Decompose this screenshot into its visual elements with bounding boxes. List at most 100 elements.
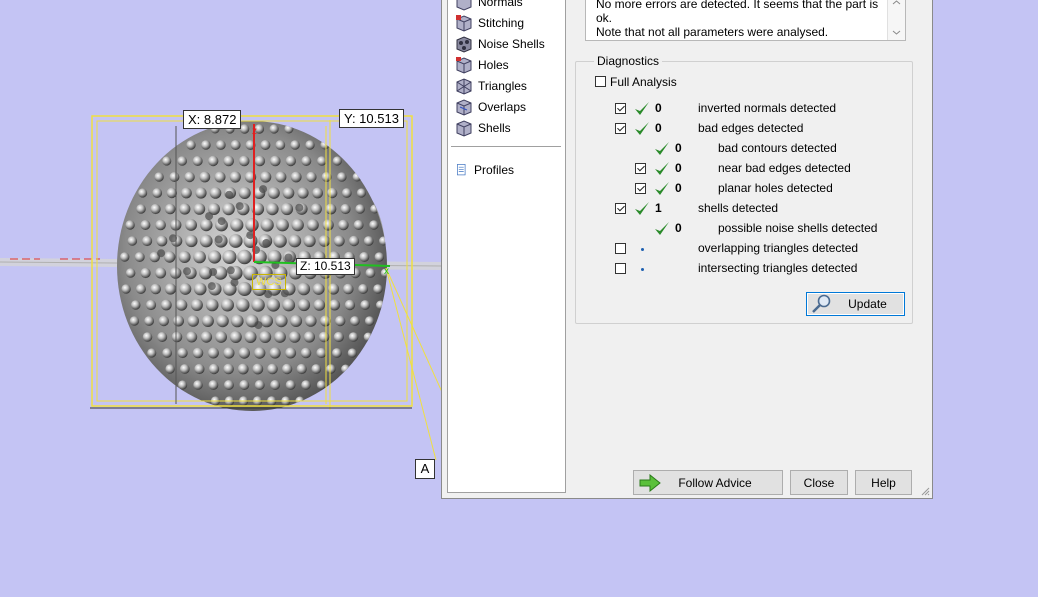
surface-bead <box>296 363 307 375</box>
surface-bead <box>269 347 281 359</box>
surface-bead <box>165 364 175 374</box>
surface-bead <box>156 235 168 247</box>
surface-hole <box>157 249 166 258</box>
tree-item-triangles[interactable]: Triangles <box>454 76 527 96</box>
surface-bead <box>199 171 211 183</box>
surface-bead <box>129 316 140 326</box>
surface-bead <box>350 316 360 326</box>
surface-bead <box>326 364 336 374</box>
follow-advice-button[interactable]: Follow Advice <box>633 470 783 495</box>
analysis-result-text: No more errors are detected. It seems th… <box>585 0 906 41</box>
surface-bead <box>223 380 234 390</box>
surface-bead <box>244 331 257 343</box>
surface-bead <box>311 364 322 374</box>
surface-bead <box>140 220 151 230</box>
tree-item-overlaps[interactable]: Overlaps <box>454 97 526 117</box>
surface-bead <box>194 363 205 375</box>
diagnostic-checkbox[interactable] <box>635 163 646 174</box>
diagnostic-label: near bad edges detected <box>718 161 851 175</box>
surface-bead <box>238 155 250 167</box>
profiles-icon <box>457 164 466 176</box>
diagnostic-label: bad edges detected <box>698 121 804 135</box>
close-button[interactable]: Close <box>790 470 848 495</box>
holes-icon <box>456 57 472 74</box>
diagnostic-count: 1 <box>655 201 662 215</box>
surface-bead <box>208 155 219 167</box>
full-analysis-checkbox[interactable] <box>595 76 606 87</box>
surface-bead <box>236 298 250 312</box>
tree-item-label: Shells <box>478 121 511 135</box>
check-icon <box>635 102 649 115</box>
diagnostic-checkbox[interactable] <box>615 103 626 114</box>
surface-bead <box>178 251 191 263</box>
surface-hole <box>280 289 289 298</box>
triangles-icon <box>456 78 472 95</box>
surface-hole <box>230 278 239 287</box>
surface-bead <box>269 124 279 134</box>
surface-bead <box>164 251 176 263</box>
surface-bead <box>162 156 172 166</box>
result-line-2: Note that not all parameters were analys… <box>596 25 829 39</box>
surface-bead <box>348 235 360 247</box>
surface-bead <box>187 315 199 327</box>
surface-hole <box>209 268 218 276</box>
diagnostic-count: 0 <box>675 141 682 155</box>
surface-bead <box>179 364 190 374</box>
reference-marker[interactable]: A <box>415 459 435 479</box>
diagnostic-checkbox[interactable] <box>615 263 626 274</box>
surface-bead <box>135 284 146 294</box>
scroll-arrows-icon <box>892 0 901 35</box>
surface-bead <box>281 363 293 375</box>
tree-item-normals[interactable]: Normals <box>454 0 523 12</box>
surface-bead <box>364 316 375 326</box>
update-button[interactable]: Update <box>806 292 905 316</box>
green-arrow-icon <box>639 474 661 492</box>
tree-item-noise-shells[interactable]: Noise Shells <box>454 34 545 54</box>
surface-bead <box>254 380 265 390</box>
3d-viewport[interactable]: z x X: 8.872 Y: 10.513 Z: 10.513 WCS A <box>0 0 442 597</box>
surface-bead <box>140 267 151 279</box>
surface-bead <box>238 187 251 199</box>
diagnostic-checkbox[interactable] <box>615 203 626 214</box>
surface-bead <box>201 140 211 150</box>
diagnostic-checkbox[interactable] <box>635 183 646 194</box>
help-button[interactable]: Help <box>855 470 912 495</box>
diagnostic-label: bad contours detected <box>718 141 837 155</box>
surface-bead <box>175 299 188 311</box>
surface-bead <box>134 252 145 262</box>
surface-hole <box>205 212 214 221</box>
z-dimension-label: Z: 10.513 <box>296 258 355 275</box>
diagnostic-checkbox[interactable] <box>615 123 626 134</box>
resize-grip-icon[interactable] <box>920 486 930 496</box>
surface-bead <box>150 203 161 215</box>
tree-item-profiles[interactable]: Profiles <box>456 160 514 180</box>
surface-bead <box>312 187 323 199</box>
check-icon <box>655 142 669 155</box>
surface-bead <box>260 171 272 183</box>
surface-bead <box>169 172 180 182</box>
surface-bead <box>142 235 153 247</box>
check-icon <box>655 222 669 235</box>
svg-text:x: x <box>384 266 389 277</box>
surface-bead <box>155 219 166 231</box>
result-scrollbar[interactable] <box>887 0 905 40</box>
tree-item-shells[interactable]: Shells <box>454 118 511 138</box>
surface-bead <box>138 188 148 198</box>
follow-advice-label: Follow Advice <box>678 475 752 490</box>
surface-bead <box>150 283 161 295</box>
not-analysed-icon <box>641 248 644 251</box>
fix-wizard-dialog: Normals Stitching Noise Shells Holes Tri… <box>441 0 933 499</box>
surface-bead <box>303 331 315 343</box>
surface-bead <box>185 219 198 231</box>
surface-bead <box>237 363 249 375</box>
part-render: z x <box>0 115 442 461</box>
tree-item-label: Stitching <box>478 16 525 30</box>
diagnostic-checkbox[interactable] <box>615 243 626 254</box>
surface-bead <box>181 187 192 199</box>
surface-bead <box>192 156 203 166</box>
surface-bead <box>157 332 168 342</box>
surface-hole <box>226 266 235 275</box>
tree-item-stitching[interactable]: Stitching <box>454 13 524 33</box>
tree-item-holes[interactable]: Holes <box>454 55 509 75</box>
surface-bead <box>178 380 188 390</box>
